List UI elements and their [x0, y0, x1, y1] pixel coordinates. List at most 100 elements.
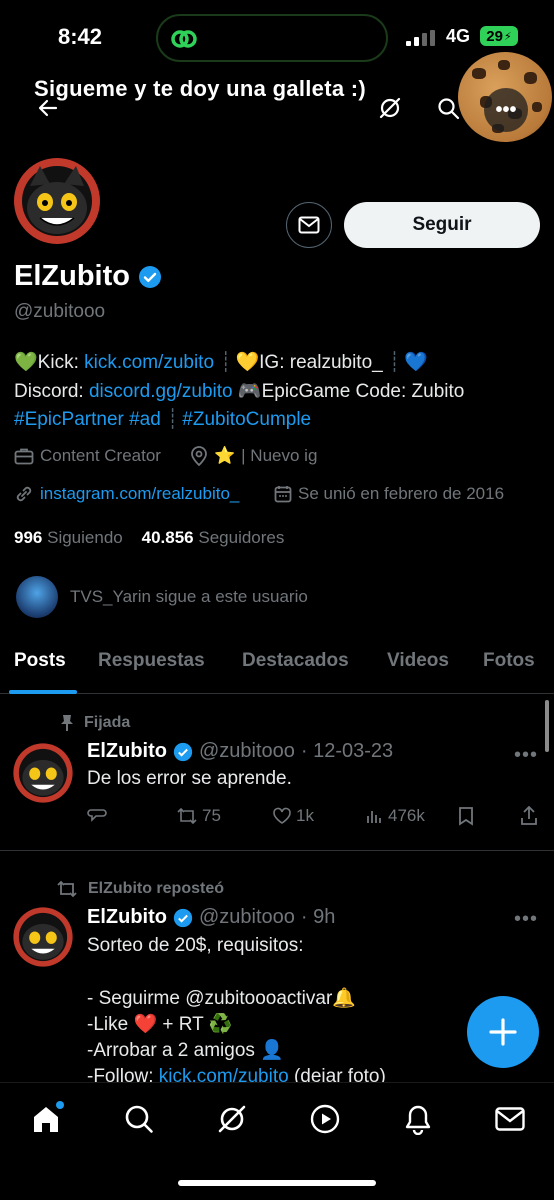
bio-kick-label: Kick: — [37, 352, 79, 373]
hashtag-links[interactable]: #EpicPartner #ad — [14, 409, 161, 430]
hashtag-zubitocumple[interactable]: #ZubitoCumple — [182, 409, 311, 430]
post-line-2-text: - Seguirme @zubitoooactivar — [87, 988, 333, 1009]
compose-button[interactable] — [467, 996, 539, 1068]
dynamic-island — [156, 14, 388, 62]
profile-name-text: ElZubito — [14, 260, 130, 292]
video-icon[interactable] — [305, 1099, 345, 1139]
active-tab-indicator — [9, 690, 77, 694]
green-heart-emoji: 💚 — [14, 352, 38, 373]
grok-icon[interactable] — [372, 90, 408, 126]
profile-category: Content Creator — [40, 446, 161, 465]
network-type: 4G — [446, 26, 471, 46]
discord-link[interactable]: discord.gg/zubito — [89, 381, 233, 402]
repost-count: 75 — [202, 806, 221, 825]
website-row[interactable]: instagram.com/realzubito_ — [14, 484, 239, 504]
red-heart-emoji: ❤️ — [133, 1014, 158, 1035]
post-line-2: - Seguirme @zubitoooactivar🔔 — [87, 986, 356, 1012]
home-indicator — [178, 1180, 376, 1186]
verified-icon — [138, 265, 162, 289]
battery-level: 29 — [486, 27, 503, 45]
post-avatar[interactable] — [12, 742, 74, 804]
calendar-icon — [274, 485, 292, 503]
follow-button[interactable]: Seguir — [344, 202, 540, 248]
views-button[interactable]: 476k — [366, 806, 425, 826]
followed-by-row[interactable]: TVS_Yarin sigue a este usuario — [16, 576, 308, 618]
post-line-3: -Like ❤️ + RT ♻️ — [87, 1012, 232, 1038]
bio-line-1: 💚Kick: kick.com/zubito ┊ 💛IG: realzubito_ ┊… — [14, 350, 428, 374]
signal-icon — [406, 30, 436, 46]
repost-icon — [176, 807, 198, 825]
profile-location: | Nuevo ig — [241, 446, 318, 465]
post-line-4-text: -Arrobar a 2 amigos — [87, 1040, 255, 1061]
following-link[interactable]: 996 Siguiendo — [14, 528, 123, 547]
kick-link[interactable]: kick.com/zubito — [84, 352, 214, 373]
post-author-name[interactable]: ElZubito — [87, 740, 167, 763]
grok-nav-icon[interactable] — [212, 1099, 252, 1139]
post-line-3b-text: + RT — [162, 1014, 204, 1035]
notification-dot — [56, 1101, 64, 1109]
post-line-3-text: -Like — [87, 1014, 129, 1035]
tab-destacados[interactable]: Destacados — [242, 650, 349, 672]
repost-context-label[interactable]: ElZubito reposteó — [88, 880, 224, 898]
tab-posts[interactable]: Posts — [14, 650, 66, 672]
post-divider — [0, 850, 554, 851]
share-icon[interactable] — [520, 806, 538, 826]
pin-icon — [60, 714, 74, 732]
follower-avatar — [16, 576, 58, 618]
repost-button[interactable]: 75 — [176, 806, 221, 826]
bio-line-3: #EpicPartner #ad ┊ #ZubitoCumple — [14, 408, 311, 431]
post-date: · 12-03-23 — [300, 740, 394, 762]
post-more-icon[interactable]: ••• — [514, 908, 538, 931]
post-text: De los error se aprende. — [87, 768, 292, 789]
location-icon — [190, 446, 208, 466]
bio-ig-text: IG: realzubito_ — [259, 352, 383, 373]
scrollbar[interactable] — [545, 700, 549, 752]
repost-icon — [56, 880, 78, 898]
post-line-1: Sorteo de 20$, requisitos: — [87, 935, 304, 956]
back-arrow-icon[interactable] — [30, 90, 66, 126]
tab-fotos[interactable]: Fotos — [483, 650, 535, 672]
profile-avatar[interactable] — [12, 156, 102, 246]
briefcase-icon — [14, 447, 34, 465]
more-icon[interactable]: ••• — [484, 88, 528, 132]
post-more-icon[interactable]: ••• — [514, 744, 538, 767]
joined-row: Se unió en febrero de 2016 — [274, 484, 504, 504]
post-avatar[interactable] — [12, 906, 74, 968]
bio-separator: ┊ — [220, 352, 232, 373]
like-count: 1k — [296, 806, 314, 825]
tab-respuestas[interactable]: Respuestas — [98, 650, 205, 672]
status-time: 8:42 — [58, 24, 103, 49]
like-button[interactable]: 1k — [272, 806, 314, 826]
tab-videos[interactable]: Videos — [387, 650, 449, 672]
bookmark-icon[interactable] — [458, 806, 474, 826]
post-author-row: ElZubito @zubitooo · 9h — [87, 906, 335, 929]
verified-icon — [173, 742, 193, 762]
profile-handle: @zubitooo — [14, 301, 106, 322]
follow-counts: 996 Siguiendo 40.856 Seguidores — [14, 528, 284, 548]
reply-icon[interactable] — [87, 806, 107, 824]
person-emoji: 👤 — [260, 1040, 284, 1061]
followed-by-text: TVS_Yarin sigue a este usuario — [70, 587, 308, 606]
plus-icon — [488, 1017, 518, 1047]
explore-icon[interactable] — [119, 1099, 159, 1139]
message-button[interactable] — [286, 202, 332, 248]
post-date: · 9h — [300, 906, 336, 928]
mail-icon — [298, 216, 320, 234]
bio-discord-label: Discord: — [14, 381, 84, 402]
yellow-heart-emoji: 💛 — [235, 352, 260, 373]
bio-separator: ┊ — [388, 352, 401, 373]
profile-name: ElZubito — [14, 260, 162, 293]
search-icon[interactable] — [430, 90, 466, 126]
following-count: 996 — [14, 528, 43, 547]
views-icon — [366, 807, 384, 825]
post-author-name[interactable]: ElZubito — [87, 906, 167, 929]
website-link[interactable]: instagram.com/realzubito_ — [40, 484, 239, 504]
bio-line-2: Discord: discord.gg/zubito 🎮EpicGame Cod… — [14, 379, 464, 403]
verified-icon — [173, 908, 193, 928]
blue-heart-emoji: 💙 — [404, 352, 428, 373]
gamepad-emoji: 🎮 — [237, 381, 262, 402]
home-icon[interactable] — [26, 1099, 66, 1139]
messages-icon[interactable] — [490, 1099, 530, 1139]
followers-link[interactable]: 40.856 Seguidores — [142, 528, 285, 547]
notifications-icon[interactable] — [398, 1099, 438, 1139]
